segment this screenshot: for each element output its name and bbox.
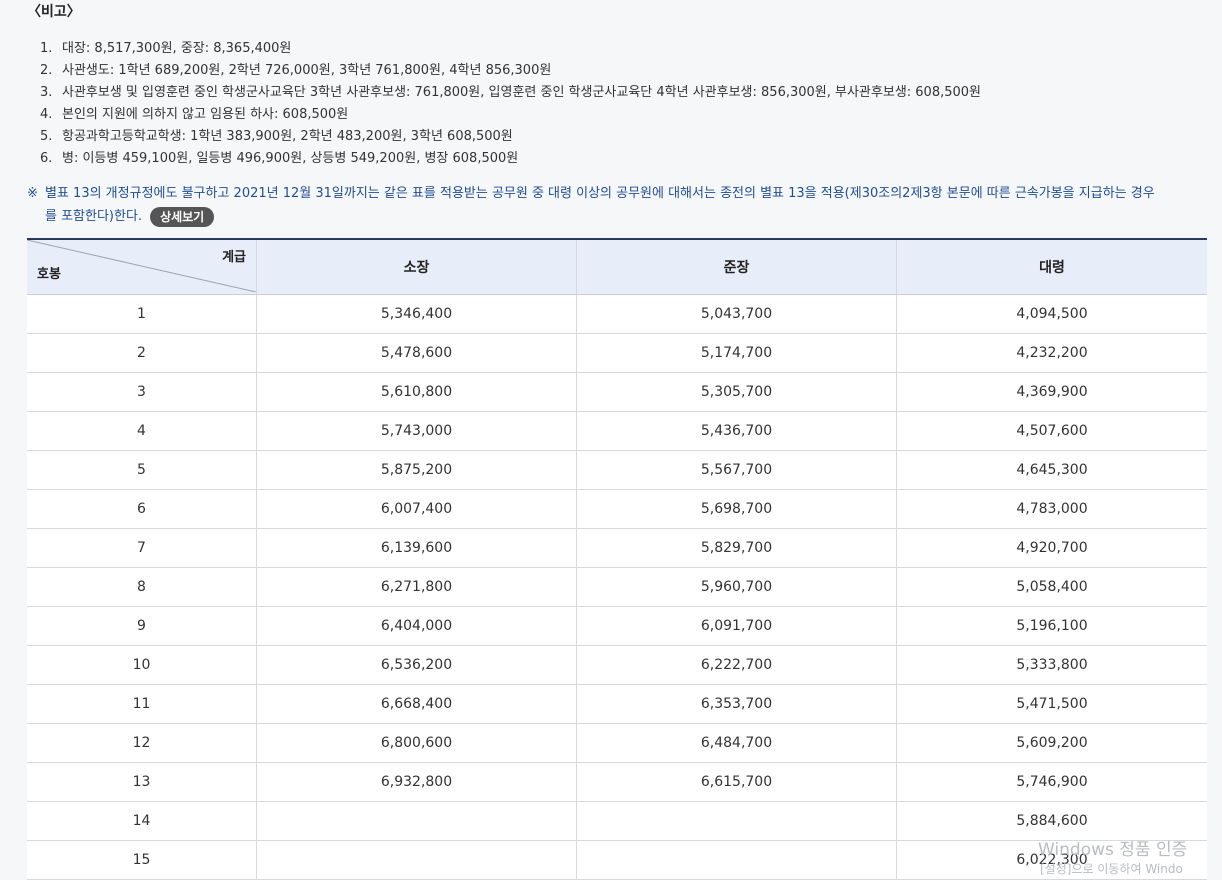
table-row: 5 5,875,200 5,567,700 4,645,300 bbox=[27, 450, 1207, 490]
step-cell: 6 bbox=[27, 489, 257, 529]
table-row: 9 6,404,000 6,091,700 5,196,100 bbox=[27, 606, 1207, 646]
pay-cell: 6,536,200 bbox=[256, 645, 577, 685]
note-item: 2. 사관생도: 1학년 689,200원, 2학년 726,000원, 3학년 … bbox=[40, 63, 552, 78]
pay-cell: 5,471,500 bbox=[896, 684, 1207, 724]
pay-cell: 5,567,700 bbox=[576, 450, 897, 490]
pay-cell: 6,222,700 bbox=[576, 645, 897, 685]
table-row: 14 5,884,600 bbox=[27, 801, 1207, 841]
remark-line-1: ※ 별표 13의 개정규정에도 불구하고 2021년 12월 31일까지는 같은 … bbox=[27, 182, 1202, 205]
pay-cell: 5,305,700 bbox=[576, 372, 897, 412]
step-header-label: 호봉 bbox=[37, 267, 61, 282]
table-row: 13 6,932,800 6,615,700 5,746,900 bbox=[27, 762, 1207, 802]
pay-cell: 6,668,400 bbox=[256, 684, 577, 724]
pay-cell: 5,746,900 bbox=[896, 762, 1207, 802]
pay-cell: 5,043,700 bbox=[576, 294, 897, 334]
pay-cell: 4,920,700 bbox=[896, 528, 1207, 568]
step-cell: 2 bbox=[27, 333, 257, 373]
salary-table: 계급 호봉 소장 준장 대령 1 5,346,400 5,043,700 4,094,… bbox=[27, 238, 1207, 880]
pay-cell: 4,645,300 bbox=[896, 450, 1207, 490]
table-row: 10 6,536,200 6,222,700 5,333,800 bbox=[27, 645, 1207, 685]
step-cell: 7 bbox=[27, 528, 257, 568]
activation-watermark-sub: [설정]으로 이동하여 Windo bbox=[1040, 862, 1183, 876]
step-cell: 10 bbox=[27, 645, 257, 685]
activation-watermark: Windows 정품 인증 bbox=[1038, 840, 1188, 860]
pay-cell: 6,932,800 bbox=[256, 762, 577, 802]
column-header: 대령 bbox=[896, 239, 1207, 295]
pay-cell: 5,346,400 bbox=[256, 294, 577, 334]
reference-mark-icon: ※ bbox=[27, 186, 38, 201]
pay-cell: 4,369,900 bbox=[896, 372, 1207, 412]
step-cell: 11 bbox=[27, 684, 257, 724]
column-header: 준장 bbox=[576, 239, 897, 295]
notes-list: 1. 대장: 8,517,300원, 중장: 8,365,400원 2. 사관생도:… bbox=[40, 38, 981, 170]
pay-cell: 5,829,700 bbox=[576, 528, 897, 568]
pay-cell: 6,800,600 bbox=[256, 723, 577, 763]
table-row: 11 6,668,400 6,353,700 5,471,500 bbox=[27, 684, 1207, 724]
step-cell: 9 bbox=[27, 606, 257, 646]
table-body: 1 5,346,400 5,043,700 4,094,500 2 5,478,600 5,… bbox=[27, 294, 1207, 880]
pay-cell: 5,610,800 bbox=[256, 372, 577, 412]
pay-cell: 6,615,700 bbox=[576, 762, 897, 802]
column-header: 소장 bbox=[256, 239, 577, 295]
pay-cell: 5,333,800 bbox=[896, 645, 1207, 685]
pay-cell: 4,094,500 bbox=[896, 294, 1207, 334]
step-cell: 4 bbox=[27, 411, 257, 451]
pay-cell: 6,404,000 bbox=[256, 606, 577, 646]
pay-cell: 5,196,100 bbox=[896, 606, 1207, 646]
pay-cell: 4,507,600 bbox=[896, 411, 1207, 451]
grade-header-label: 계급 bbox=[222, 250, 246, 265]
note-item: 5. 항공과학고등학교학생: 1학년 383,900원, 2학년 483,200원… bbox=[40, 129, 513, 144]
note-item: 6. 병: 이등병 459,100원, 일등병 496,900원, 상등병 549… bbox=[40, 151, 519, 166]
pay-cell: 5,174,700 bbox=[576, 333, 897, 373]
pay-cell: 5,436,700 bbox=[576, 411, 897, 451]
pay-cell: 5,960,700 bbox=[576, 567, 897, 607]
pay-cell bbox=[576, 801, 897, 841]
pay-cell: 4,783,000 bbox=[896, 489, 1207, 529]
table-row: 2 5,478,600 5,174,700 4,232,200 bbox=[27, 333, 1207, 373]
pay-cell: 5,875,200 bbox=[256, 450, 577, 490]
step-cell: 8 bbox=[27, 567, 257, 607]
note-item: 3. 사관후보생 및 입영훈련 중인 학생군사교육단 3학년 사관후보생: 761… bbox=[40, 85, 982, 100]
pay-cell: 6,139,600 bbox=[256, 528, 577, 568]
remark-note: ※ 별표 13의 개정규정에도 불구하고 2021년 12월 31일까지는 같은 … bbox=[27, 182, 1202, 228]
step-cell: 1 bbox=[27, 294, 257, 334]
pay-cell: 5,609,200 bbox=[896, 723, 1207, 763]
pay-cell: 5,058,400 bbox=[896, 567, 1207, 607]
pay-cell: 6,484,700 bbox=[576, 723, 897, 763]
table-row: 6 6,007,400 5,698,700 4,783,000 bbox=[27, 489, 1207, 529]
pay-cell: 6,353,700 bbox=[576, 684, 897, 724]
table-header-row: 계급 호봉 소장 준장 대령 bbox=[27, 239, 1207, 295]
table-row: 12 6,800,600 6,484,700 5,609,200 bbox=[27, 723, 1207, 763]
remark-line-2: 를 포함한다)한다. 상세보기 bbox=[27, 205, 1202, 228]
table-row: 4 5,743,000 5,436,700 4,507,600 bbox=[27, 411, 1207, 451]
pay-cell: 6,091,700 bbox=[576, 606, 897, 646]
pay-cell bbox=[256, 801, 577, 841]
step-cell: 5 bbox=[27, 450, 257, 490]
pay-cell: 5,698,700 bbox=[576, 489, 897, 529]
table-row: 8 6,271,800 5,960,700 5,058,400 bbox=[27, 567, 1207, 607]
table-row: 7 6,139,600 5,829,700 4,920,700 bbox=[27, 528, 1207, 568]
notes-title: 〈비고〉 bbox=[27, 4, 81, 20]
pay-cell: 5,743,000 bbox=[256, 411, 577, 451]
step-cell: 13 bbox=[27, 762, 257, 802]
pay-cell: 6,271,800 bbox=[256, 567, 577, 607]
corner-header: 계급 호봉 bbox=[27, 239, 257, 295]
pay-cell: 5,478,600 bbox=[256, 333, 577, 373]
note-item: 1. 대장: 8,517,300원, 중장: 8,365,400원 bbox=[40, 41, 292, 56]
table-row: 3 5,610,800 5,305,700 4,369,900 bbox=[27, 372, 1207, 412]
step-cell: 12 bbox=[27, 723, 257, 763]
step-cell: 3 bbox=[27, 372, 257, 412]
pay-cell: 4,232,200 bbox=[896, 333, 1207, 373]
detail-view-button[interactable]: 상세보기 bbox=[150, 206, 215, 227]
pay-cell: 6,007,400 bbox=[256, 489, 577, 529]
note-item: 4. 본인의 지원에 의하지 않고 임용된 하사: 608,500원 bbox=[40, 107, 349, 122]
step-cell: 14 bbox=[27, 801, 257, 841]
table-row: 1 5,346,400 5,043,700 4,094,500 bbox=[27, 294, 1207, 334]
